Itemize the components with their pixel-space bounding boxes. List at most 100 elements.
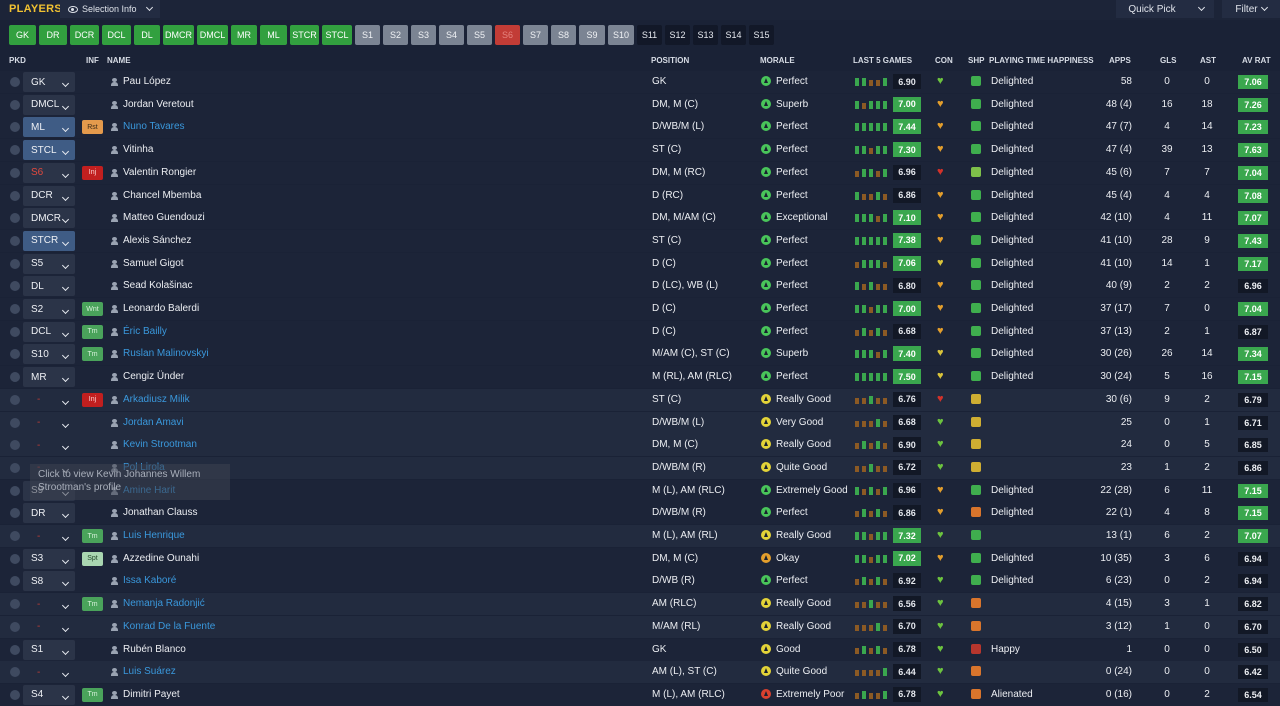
player-name[interactable]: Chancel Mbemba (123, 190, 201, 201)
table-row[interactable]: S3 Spt Azzedine Ounahi DM, M (C) Okay 7.02 ♥ De… (0, 547, 1280, 570)
selection-dropdown[interactable]: ML (23, 117, 75, 138)
player-name[interactable]: Arkadiusz Milik (123, 394, 190, 405)
col-gls[interactable]: GLS (1160, 56, 1176, 65)
position-chip-s6[interactable]: S6 (495, 25, 520, 45)
player-name[interactable]: Ruslan Malinovskyi (123, 348, 209, 359)
player-name[interactable]: Luis Suárez (123, 666, 176, 677)
position-chip-s4[interactable]: S4 (439, 25, 464, 45)
table-row[interactable]: DMCL Jordan Veretout DM, M (C) Superb 7.00 ♥ D… (0, 93, 1280, 116)
col-pth[interactable]: PLAYING TIME HAPPINESS (989, 56, 1094, 65)
position-chip-mr[interactable]: MR (231, 25, 257, 45)
pick-toggle[interactable] (10, 213, 20, 224)
pick-toggle[interactable] (10, 667, 20, 678)
selection-dropdown[interactable]: GK (23, 72, 75, 92)
position-chip-s2[interactable]: S2 (383, 25, 408, 45)
position-chip-s9[interactable]: S9 (579, 25, 605, 45)
table-row[interactable]: - Kevin Strootman DM, M (C) Really Good 6.90… (0, 434, 1280, 457)
selection-dropdown[interactable]: - (23, 526, 75, 546)
pick-toggle[interactable] (10, 167, 20, 178)
player-name[interactable]: Jonathan Clauss (123, 507, 198, 518)
pick-toggle[interactable] (10, 122, 20, 133)
position-chip-gk[interactable]: GK (9, 25, 36, 45)
selection-dropdown[interactable]: DCL (23, 321, 75, 342)
table-row[interactable]: DMCR Matteo Guendouzi DM, M/AM (C) Exceptio… (0, 207, 1280, 230)
table-row[interactable]: MR Cengiz Ünder M (RL), AM (RLC) Perfect 7.5… (0, 366, 1280, 389)
selection-dropdown[interactable]: - (23, 617, 75, 637)
position-chip-s3[interactable]: S3 (411, 25, 436, 45)
col-last5[interactable]: LAST 5 GAMES (853, 56, 912, 65)
table-row[interactable]: - Jordan Amavi D/WB/M (L) Very Good 6.68 ♥ 25 0… (0, 411, 1280, 434)
selection-dropdown[interactable]: S5 (23, 253, 75, 274)
col-con[interactable]: CON (935, 56, 953, 65)
info-badge[interactable]: Rst (82, 120, 103, 135)
pick-toggle[interactable] (10, 77, 20, 87)
selection-dropdown[interactable]: - (23, 662, 75, 682)
selection-dropdown[interactable]: DL (23, 276, 75, 297)
player-name[interactable]: Rubén Blanco (123, 644, 186, 655)
position-chip-s12[interactable]: S12 (665, 25, 690, 45)
selection-dropdown[interactable]: MR (23, 367, 75, 388)
table-row[interactable]: S2 Wnt Leonardo Balerdi D (C) Perfect 7.00 ♥ De… (0, 298, 1280, 320)
player-name[interactable]: Jordan Amavi (123, 417, 184, 428)
table-row[interactable]: S6 Inj Valentin Rongier DM, M (RC) Perfect 6.… (0, 161, 1280, 184)
position-chip-s13[interactable]: S13 (693, 25, 718, 45)
table-row[interactable]: GK Pau López GK Perfect 6.90 ♥ Delighted 58 0 0 7.… (0, 71, 1280, 93)
player-name[interactable]: Luis Henrique (123, 530, 185, 541)
table-row[interactable]: STCL Vitinha ST (C) Perfect 7.30 ♥ Delighted 47… (0, 139, 1280, 162)
table-row[interactable]: DCL Tm Éric Bailly D (C) Perfect 6.68 ♥ Delight… (0, 320, 1280, 343)
pick-toggle[interactable] (10, 326, 20, 337)
player-name[interactable]: Konrad De la Fuente (123, 621, 215, 632)
selection-dropdown[interactable]: DMCL (23, 94, 75, 115)
position-chip-s14[interactable]: S14 (721, 25, 746, 45)
position-chip-dmcl[interactable]: DMCL (197, 25, 228, 45)
selection-dropdown[interactable]: S8 (23, 571, 75, 592)
selection-dropdown[interactable]: DCR (23, 185, 75, 206)
pick-toggle[interactable] (10, 644, 20, 655)
player-name[interactable]: Nuno Tavares (123, 121, 185, 132)
position-chip-ml[interactable]: ML (260, 25, 287, 45)
col-position[interactable]: POSITION (651, 56, 689, 65)
selection-dropdown[interactable]: STCL (23, 140, 75, 161)
pick-toggle[interactable] (10, 99, 20, 110)
pick-toggle[interactable] (10, 621, 20, 632)
selection-dropdown[interactable]: S3 (23, 548, 75, 569)
col-avrat[interactable]: AV RAT (1242, 56, 1271, 65)
table-row[interactable]: STCR Alexis Sánchez ST (C) Perfect 7.38 ♥ Deli… (0, 229, 1280, 252)
position-chip-stcl[interactable]: STCL (322, 25, 352, 45)
info-badge[interactable]: Tm (82, 597, 103, 612)
table-row[interactable]: DCR Chancel Mbemba D (RC) Perfect 6.86 ♥ Delig… (0, 184, 1280, 207)
col-pkd[interactable]: PKD (9, 56, 26, 65)
position-chip-dr[interactable]: DR (39, 25, 67, 45)
pick-toggle[interactable] (10, 349, 20, 360)
col-ast[interactable]: AST (1200, 56, 1216, 65)
selection-info-button[interactable]: Selection Info (60, 0, 160, 18)
pick-toggle[interactable] (10, 417, 20, 428)
selection-dropdown[interactable]: STCR (23, 230, 75, 251)
table-row[interactable]: DR Jonathan Clauss D/WB/M (R) Perfect 6.86 ♥ D… (0, 502, 1280, 525)
pick-toggle[interactable] (10, 689, 20, 700)
info-badge[interactable]: Wnt (82, 302, 103, 316)
position-chip-dl[interactable]: DL (134, 25, 160, 45)
pick-toggle[interactable] (10, 531, 20, 541)
table-row[interactable]: S8 Issa Kaboré D/WB (R) Perfect 6.92 ♥ Delight… (0, 570, 1280, 593)
selection-dropdown[interactable]: S6 (23, 162, 75, 183)
position-chip-dcl[interactable]: DCL (102, 25, 131, 45)
info-badge[interactable]: Inj (82, 392, 103, 407)
position-chip-s7[interactable]: S7 (523, 25, 548, 45)
position-chip-dmcr[interactable]: DMCR (163, 25, 194, 45)
selection-dropdown[interactable]: - (23, 413, 75, 433)
pick-toggle[interactable] (10, 553, 20, 564)
selection-dropdown[interactable]: S2 (23, 299, 75, 319)
position-chip-s5[interactable]: S5 (467, 25, 492, 45)
selection-dropdown[interactable]: - (23, 390, 75, 410)
col-name[interactable]: NAME (107, 56, 131, 65)
pick-toggle[interactable] (10, 258, 20, 269)
player-name[interactable]: Vitinha (123, 144, 153, 155)
pick-toggle[interactable] (10, 576, 20, 587)
selection-dropdown[interactable]: DR (23, 503, 75, 524)
pick-toggle[interactable] (10, 281, 20, 292)
table-row[interactable]: - Tm Nemanja Radonjić AM (RLC) Really Good 6.… (0, 593, 1280, 616)
player-name[interactable]: Nemanja Radonjić (123, 598, 205, 609)
selection-dropdown[interactable]: - (23, 435, 75, 455)
info-badge[interactable]: Spt (82, 551, 103, 566)
